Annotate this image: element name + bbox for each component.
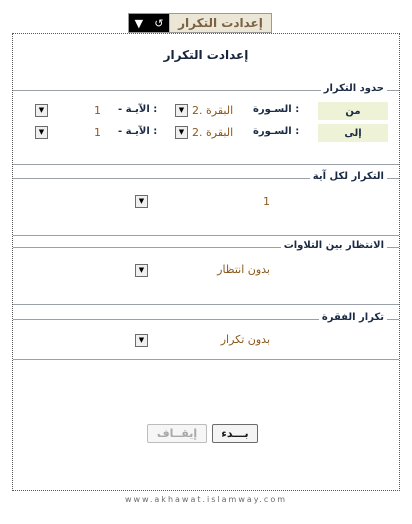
paragraph-repeat-select[interactable]: بدون تكرار — [150, 332, 270, 348]
chevron-down-icon[interactable]: ▼ — [175, 104, 188, 117]
repeat-each-section-label: التكرار لكل آية — [309, 171, 387, 182]
tab-controls[interactable]: ▼ ↺ — [129, 14, 169, 32]
wait-section-label: الانتظار بين التلاوات — [280, 240, 387, 251]
divider — [13, 304, 399, 305]
wait-select[interactable]: بدون انتظار — [150, 262, 270, 278]
start-button[interactable]: بـــدء — [212, 424, 258, 443]
panel-title: إعدادت التكرار — [163, 48, 249, 62]
aya-label: - الآيـة : — [118, 126, 158, 137]
chevron-down-icon[interactable]: ▼ — [135, 17, 143, 30]
sura-label: السـورة : — [253, 104, 300, 115]
range-row-label: إلى — [318, 124, 388, 142]
from-aya-select[interactable]: 1 — [55, 104, 101, 117]
range-section-label: حدود التكرار — [320, 83, 387, 94]
chevron-down-icon[interactable]: ▼ — [135, 334, 148, 347]
range-row-label: من — [318, 102, 388, 120]
aya-label: - الآيـة : — [118, 104, 158, 115]
divider — [13, 359, 399, 360]
chevron-down-icon[interactable]: ▼ — [35, 104, 48, 117]
divider — [13, 164, 399, 165]
from-sura-select[interactable]: 2. البقرة — [192, 104, 254, 117]
sura-label: السـورة : — [253, 126, 300, 137]
stop-button[interactable]: إيقــاف — [147, 424, 207, 443]
footer-url: www.akhawat.islamway.com — [124, 495, 288, 504]
divider — [13, 235, 399, 236]
range-row-from: من السـورة : 2. البقرة ▼ - الآيـة : 1 ▼ — [35, 102, 388, 120]
paragraph-section-label: تكرار الفقرة — [318, 312, 387, 323]
to-aya-select[interactable]: 1 — [55, 126, 101, 139]
tab-title: إعدادت التكرار — [169, 14, 271, 32]
repeat-settings-panel: إعدادت التكرار حدود التكرار من السـورة :… — [12, 33, 400, 491]
chevron-down-icon[interactable]: ▼ — [135, 264, 148, 277]
chevron-down-icon[interactable]: ▼ — [135, 195, 148, 208]
range-row-to: إلى السـورة : 2. البقرة ▼ - الآيـة : 1 ▼ — [35, 124, 388, 142]
settings-tab[interactable]: ▼ ↺ إعدادت التكرار — [128, 13, 272, 33]
chevron-down-icon[interactable]: ▼ — [35, 126, 48, 139]
repeat-each-select[interactable]: 1 — [150, 194, 270, 210]
chevron-down-icon[interactable]: ▼ — [175, 126, 188, 139]
to-sura-select[interactable]: 2. البقرة — [192, 126, 254, 139]
refresh-icon[interactable]: ↺ — [154, 17, 163, 30]
